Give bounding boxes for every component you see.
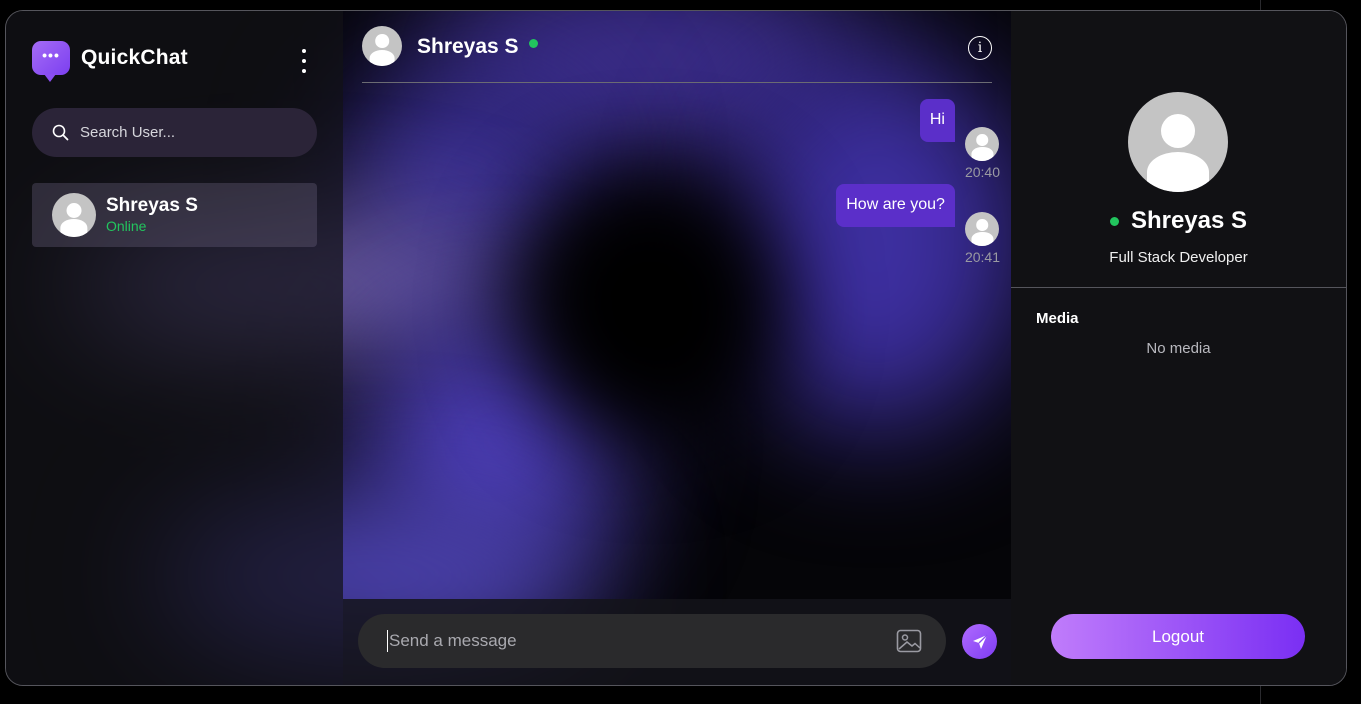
avatar	[965, 127, 1000, 161]
profile-panel: Shreyas S Full Stack Developer Media No …	[1011, 11, 1346, 685]
chat-bubble-dots-icon: •••	[32, 41, 70, 82]
contact-list-item[interactable]: Shreyas S Online	[32, 183, 317, 247]
search-icon	[52, 124, 69, 141]
image-upload-icon[interactable]	[896, 628, 922, 659]
message: Hi 20:40	[919, 99, 1000, 180]
search-bar[interactable]	[32, 108, 317, 157]
contact-status: Online	[106, 218, 147, 234]
message-time: 20:41	[964, 249, 1000, 265]
search-input[interactable]	[78, 123, 302, 142]
message: How are you? 20:41	[836, 184, 1000, 265]
message-bubble: Hi	[919, 99, 955, 142]
logout-button[interactable]: Logout	[1051, 614, 1305, 659]
app-window: ••• QuickChat Shreyas S Online Shreyas S…	[5, 10, 1347, 686]
contact-name: Shreyas S	[106, 195, 198, 216]
avatar	[965, 212, 1000, 246]
chat-contact-name: Shreyas S	[417, 34, 519, 58]
avatar	[52, 193, 96, 237]
sidebar: ••• QuickChat Shreyas S Online	[6, 11, 343, 685]
more-menu-icon[interactable]	[296, 49, 312, 73]
send-button[interactable]	[962, 624, 997, 659]
message-input[interactable]	[387, 630, 861, 652]
app-title: QuickChat	[81, 46, 188, 69]
online-indicator	[528, 39, 538, 48]
send-icon	[972, 634, 987, 649]
composer[interactable]	[358, 614, 946, 668]
composer-area	[343, 599, 1011, 685]
avatar[interactable]	[362, 25, 402, 66]
message-bubble: How are you?	[836, 184, 955, 227]
media-heading: Media	[1036, 310, 1079, 327]
brand: ••• QuickChat	[32, 41, 188, 82]
media-empty-text: No media	[1146, 340, 1211, 357]
profile-name: Shreyas S	[1130, 207, 1248, 234]
profile-bio: Full Stack Developer	[1109, 249, 1248, 266]
message-time: 20:40	[964, 164, 1000, 180]
profile-avatar	[1128, 92, 1228, 192]
info-icon[interactable]: i	[968, 36, 992, 60]
online-indicator	[1109, 216, 1119, 226]
divider	[1011, 287, 1346, 288]
chat-header: Shreyas S i	[362, 11, 992, 83]
